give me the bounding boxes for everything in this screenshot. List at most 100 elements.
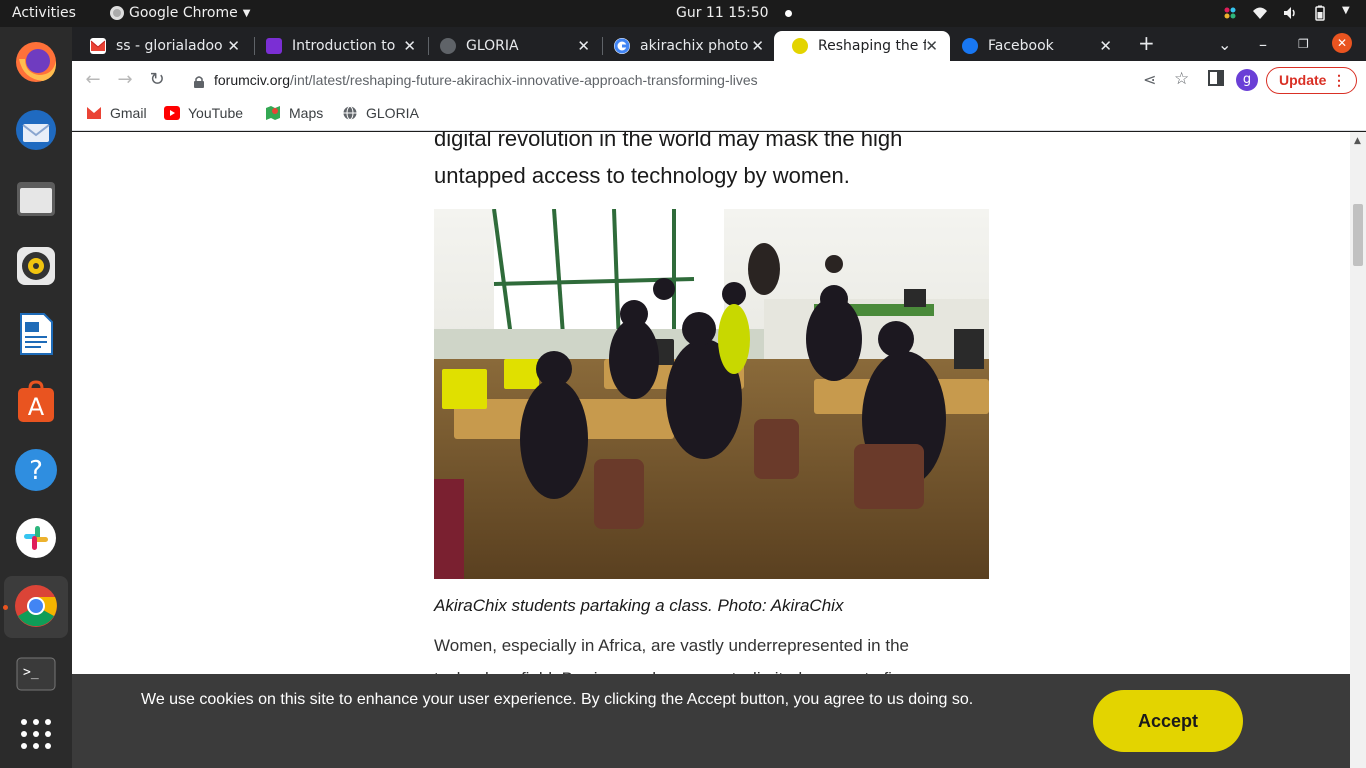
side-panel-icon[interactable] (1208, 70, 1224, 90)
reload-button[interactable]: ↻ (146, 69, 168, 91)
app-menu[interactable]: Google Chrome ▼ (110, 5, 250, 21)
update-button[interactable]: Update ⋮ (1266, 67, 1357, 94)
close-icon[interactable]: ✕ (403, 37, 416, 55)
bookmark-label: Gmail (110, 105, 147, 121)
close-icon[interactable]: ✕ (577, 37, 590, 55)
back-button[interactable]: ← (82, 69, 104, 91)
svg-text:>_: >_ (23, 665, 39, 680)
show-applications-icon[interactable] (12, 710, 60, 758)
notification-dot-icon (784, 9, 792, 17)
bookmark-label: YouTube (188, 105, 244, 121)
scroll-up-arrow-icon[interactable]: ▲ (1354, 136, 1361, 146)
page-scrollbar[interactable]: ▲ (1350, 132, 1366, 768)
maps-icon (265, 106, 281, 120)
profile-avatar[interactable]: g (1236, 69, 1258, 91)
scrollbar-thumb[interactable] (1353, 204, 1363, 266)
wifi-icon (1252, 5, 1268, 21)
firefox-icon[interactable] (12, 38, 60, 86)
youtube-icon (164, 106, 180, 120)
lead-line: digital revolution in the world may mask… (434, 132, 903, 151)
tab-introduction[interactable]: Introduction to ✕ (248, 31, 428, 61)
bookmark-star-icon[interactable]: ☆ (1174, 69, 1189, 89)
lead-line: untapped access to technology by women. (434, 163, 850, 188)
close-icon[interactable]: ✕ (925, 37, 938, 55)
cookie-message: We use cookies on this site to enhance y… (141, 691, 974, 708)
chevron-down-icon: ▼ (242, 7, 251, 19)
rhythmbox-icon[interactable] (12, 242, 60, 290)
share-icon[interactable]: ⋖ (1143, 70, 1156, 89)
gmail-icon (86, 106, 102, 120)
tab-label: GLORIA (466, 38, 519, 54)
article-photo (434, 209, 989, 579)
maximize-button[interactable]: ❐ (1298, 37, 1309, 51)
activities-button[interactable]: Activities (12, 5, 76, 21)
tab-gloria[interactable]: GLORIA ✕ (422, 31, 602, 61)
tab-label: ss - glorialadoo (116, 38, 223, 54)
app-center-icon[interactable]: A (12, 378, 60, 426)
bookmark-maps[interactable]: Maps (265, 105, 323, 121)
tab-facebook[interactable]: Facebook ✕ (944, 31, 1124, 61)
browser-toolbar: ← → ↻ forumciv.org/int/latest/reshaping-… (72, 61, 1366, 99)
clock-label: Gur 11 15:50 (676, 5, 769, 21)
close-icon[interactable]: ✕ (1099, 37, 1112, 55)
running-indicator-icon (3, 605, 8, 610)
bookmark-youtube[interactable]: YouTube (164, 105, 243, 121)
tab-akirachix-photo[interactable]: akirachix photo ✕ (596, 31, 776, 61)
tab-strip: ss - glorialadoo ✕ Introduction to ✕ GLO… (72, 27, 1366, 61)
article-lead-text: digital revolution in the world may mask… (434, 132, 994, 194)
body-line: Women, especially in Africa, are vastly … (434, 636, 909, 655)
terminal-icon[interactable]: >_ (12, 650, 60, 698)
kebab-menu-icon: ⋮ (1332, 72, 1346, 88)
svg-text:A: A (28, 393, 45, 421)
tab-reshaping-active[interactable]: Reshaping the fu ✕ (774, 31, 950, 61)
chrome-icon[interactable] (12, 582, 60, 630)
svg-text:?: ? (29, 456, 43, 486)
new-tab-button[interactable]: + (1138, 31, 1155, 55)
system-top-bar: Activities Google Chrome ▼ Gur 11 15:50 … (0, 0, 1366, 27)
bookmark-gloria[interactable]: GLORIA (342, 105, 419, 121)
facebook-icon (962, 38, 978, 54)
volume-icon (1282, 5, 1298, 21)
bookmarks-bar: Gmail YouTube Maps GLORIA (72, 99, 1366, 131)
thunderbird-icon[interactable] (12, 106, 60, 154)
slack-icon[interactable] (12, 514, 60, 562)
tab-label: akirachix photo (640, 38, 748, 54)
forumciv-icon (792, 38, 808, 54)
clock[interactable]: Gur 11 15:50 (676, 5, 792, 21)
libreoffice-writer-icon[interactable] (12, 310, 60, 358)
url-path: /int/latest/reshaping-future-akirachix-i… (289, 72, 758, 88)
course-icon (266, 38, 282, 54)
google-icon (614, 38, 630, 54)
system-tray[interactable]: ▼ (1222, 5, 1352, 21)
gmail-icon (90, 38, 106, 54)
url-text: forumciv.org/int/latest/reshaping-future… (214, 72, 758, 88)
chevron-down-icon: ▼ (1342, 5, 1350, 16)
dock: A ? >_ (0, 27, 72, 768)
page-content: digital revolution in the world may mask… (72, 132, 1350, 768)
chrome-icon (110, 6, 124, 20)
slack-tray-icon (1222, 5, 1238, 21)
forward-button[interactable]: → (114, 69, 136, 91)
tab-label: Facebook (988, 38, 1054, 54)
help-icon[interactable]: ? (12, 446, 60, 494)
close-icon[interactable]: ✕ (227, 37, 240, 55)
tab-gmail[interactable]: ss - glorialadoo ✕ (72, 31, 252, 61)
minimize-button[interactable]: – (1259, 35, 1267, 54)
bookmark-gmail[interactable]: Gmail (86, 105, 147, 121)
bookmark-label: Maps (289, 105, 324, 121)
tab-search-chevron-icon[interactable]: ⌄ (1218, 35, 1231, 54)
globe-icon (342, 106, 358, 120)
window-close-button[interactable]: ✕ (1332, 33, 1352, 53)
cookie-banner: We use cookies on this site to enhance y… (72, 674, 1350, 768)
close-icon[interactable]: ✕ (751, 37, 764, 55)
bookmark-label: GLORIA (366, 105, 419, 121)
globe-icon (440, 38, 456, 54)
files-icon[interactable] (12, 174, 60, 222)
url-domain: forumciv.org (214, 72, 290, 88)
lock-icon (194, 73, 204, 88)
tab-label: Reshaping the fu (818, 38, 926, 54)
accept-cookies-button[interactable]: Accept (1093, 690, 1243, 752)
update-label: Update (1279, 72, 1327, 88)
address-bar[interactable]: forumciv.org/int/latest/reshaping-future… (180, 64, 1192, 96)
photo-caption: AkiraChix students partaking a class. Ph… (434, 596, 844, 615)
